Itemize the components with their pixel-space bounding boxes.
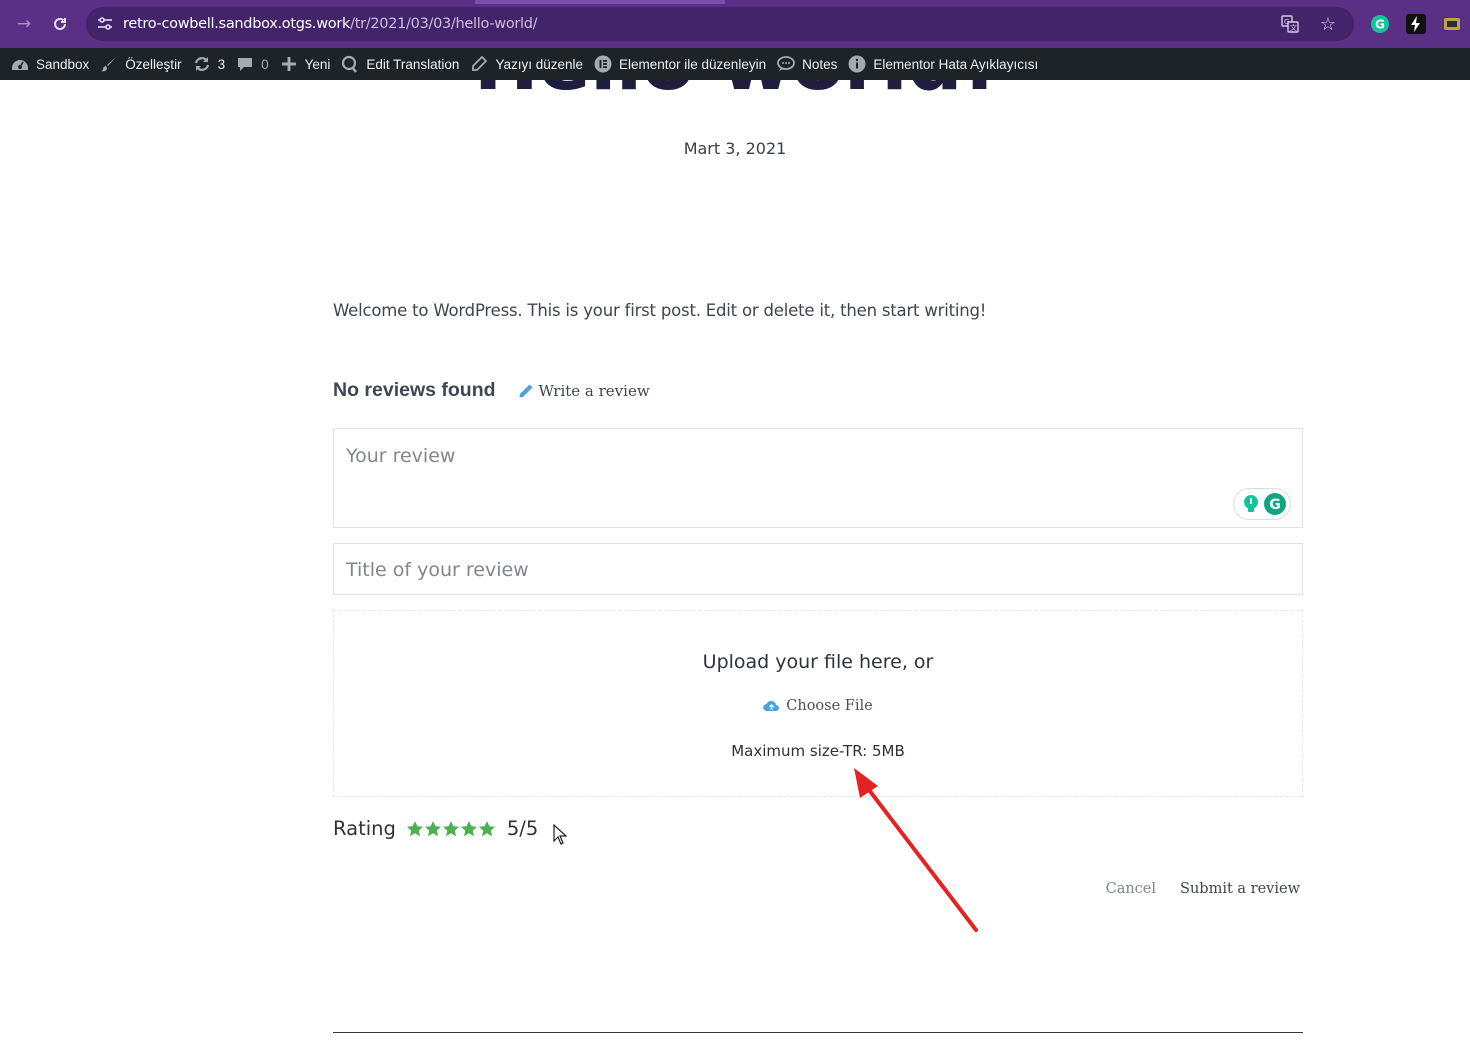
- cancel-button[interactable]: Cancel: [1106, 881, 1156, 897]
- admin-bar-notes[interactable]: Notes: [774, 48, 845, 80]
- admin-bar-edit-post[interactable]: Yazıyı düzenle: [467, 48, 591, 80]
- cloud-upload-icon: [763, 699, 780, 713]
- admin-bar-label: Yazıyı düzenle: [495, 56, 583, 72]
- annotation-arrow: [854, 768, 978, 932]
- grammarly-icon[interactable]: G: [1263, 492, 1287, 516]
- elementor-icon: [593, 54, 613, 74]
- post-body-text: Welcome to WordPress. This is your first…: [333, 301, 987, 320]
- admin-bar-updates[interactable]: 3: [190, 48, 234, 80]
- brush-icon: [99, 54, 119, 74]
- grammarly-widget[interactable]: G: [1234, 489, 1290, 519]
- admin-bar-label: Özelleştir: [125, 56, 182, 72]
- write-review-label: Write a review: [538, 381, 650, 400]
- bookmark-star-icon[interactable]: ☆: [1318, 14, 1338, 35]
- site-settings-icon[interactable]: [96, 15, 114, 33]
- rating-row: Rating 5/5: [333, 817, 538, 840]
- address-bar[interactable]: retro-cowbell.sandbox.otgs.work/tr/2021/…: [86, 7, 1354, 41]
- star-icon[interactable]: [478, 820, 496, 838]
- dashboard-icon: [10, 54, 30, 74]
- content-divider: [333, 1032, 1303, 1033]
- svg-text:G: G: [1375, 18, 1385, 32]
- translate-icon[interactable]: G文: [1280, 14, 1300, 34]
- admin-bar-label: Notes: [802, 56, 838, 72]
- admin-bar-new[interactable]: Yeni: [277, 48, 339, 80]
- choose-file-label: Choose File: [786, 698, 873, 714]
- admin-bar-label: 0: [261, 56, 269, 72]
- review-actions: Cancel Submit a review: [1106, 881, 1300, 897]
- reviews-header: No reviews found Write a review: [333, 379, 650, 402]
- url-text[interactable]: retro-cowbell.sandbox.otgs.work/tr/2021/…: [123, 16, 538, 32]
- reload-icon[interactable]: [48, 12, 72, 36]
- post-title: Hello world!: [0, 80, 1470, 102]
- notes-icon: [776, 54, 796, 74]
- admin-bar-label: 3: [217, 56, 226, 72]
- star-icon[interactable]: [424, 820, 442, 838]
- active-tab-indicator: [475, 0, 725, 4]
- post-title-clip: Hello world!: [0, 80, 1470, 102]
- extension-icon[interactable]: [1441, 13, 1463, 35]
- rating-value: 5/5: [506, 817, 539, 840]
- admin-bar-elementor-debugger[interactable]: Elementor Hata Ayıklayıcısı: [845, 48, 1046, 80]
- review-textarea[interactable]: Your review G: [333, 428, 1303, 528]
- forward-icon[interactable]: →: [12, 12, 36, 36]
- svg-text:G: G: [1269, 497, 1281, 513]
- admin-bar-label: Yeni: [304, 56, 331, 72]
- star-icon[interactable]: [406, 820, 424, 838]
- admin-bar-label: Edit Translation: [366, 56, 460, 72]
- submit-review-button[interactable]: Submit a review: [1180, 881, 1300, 897]
- url-path: /tr/2021/03/03/hello-world/: [350, 16, 538, 32]
- star-icon[interactable]: [460, 820, 478, 838]
- svg-text:文: 文: [1290, 23, 1297, 32]
- admin-bar-sandbox[interactable]: Sandbox: [8, 48, 97, 80]
- max-size-text: Maximum size-TR: 5MB: [731, 742, 905, 760]
- file-upload-dropzone[interactable]: Upload your file here, or Choose File Ma…: [333, 610, 1303, 797]
- post-date: Mart 3, 2021: [683, 139, 787, 158]
- page-content: Hello world! Mart 3, 2021 Welcome to Wor…: [0, 80, 1470, 1060]
- wp-admin-bar: Sandbox Özelleştir 3 0 Yeni Edit Transla…: [0, 48, 1470, 80]
- translate-icon: [340, 54, 360, 74]
- admin-bar-label: Elementor Hata Ayıklayıcısı: [873, 56, 1039, 72]
- url-host: retro-cowbell.sandbox.otgs.work: [123, 16, 351, 32]
- admin-bar-label: Sandbox: [36, 56, 90, 72]
- info-icon: [847, 54, 867, 74]
- mouse-cursor-icon: [553, 824, 567, 845]
- admin-bar-elementor-edit[interactable]: Elementor ile düzenleyin: [591, 48, 774, 80]
- grammarly-extension-icon[interactable]: G: [1369, 13, 1391, 35]
- pencil-icon: [469, 54, 489, 74]
- rating-label: Rating: [333, 817, 396, 840]
- admin-bar-customize[interactable]: Özelleştir: [97, 48, 189, 80]
- review-placeholder: Your review: [346, 445, 456, 467]
- svg-text:G: G: [1284, 18, 1289, 26]
- admin-bar-comments[interactable]: 0: [233, 48, 277, 80]
- comments-icon: [235, 54, 255, 74]
- star-rating[interactable]: [406, 820, 496, 838]
- updates-icon: [192, 54, 212, 74]
- admin-bar-edit-translation[interactable]: Edit Translation: [338, 48, 467, 80]
- review-title-input[interactable]: Title of your review: [333, 543, 1303, 595]
- browser-toolbar: → retro-cowbell.sandbox.otgs.work/tr/202…: [0, 0, 1470, 48]
- no-reviews-heading: No reviews found: [333, 379, 496, 401]
- title-placeholder: Title of your review: [346, 559, 529, 581]
- upload-title: Upload your file here, or: [702, 651, 934, 673]
- pencil-icon: [518, 383, 534, 399]
- bolt-extension-icon[interactable]: [1405, 13, 1427, 35]
- lightbulb-icon[interactable]: [1239, 492, 1263, 516]
- admin-bar-label: Elementor ile düzenleyin: [619, 56, 767, 72]
- choose-file-button[interactable]: Choose File: [334, 698, 1302, 714]
- plus-icon: [279, 54, 299, 74]
- star-icon[interactable]: [442, 820, 460, 838]
- write-review-link[interactable]: Write a review: [518, 382, 650, 400]
